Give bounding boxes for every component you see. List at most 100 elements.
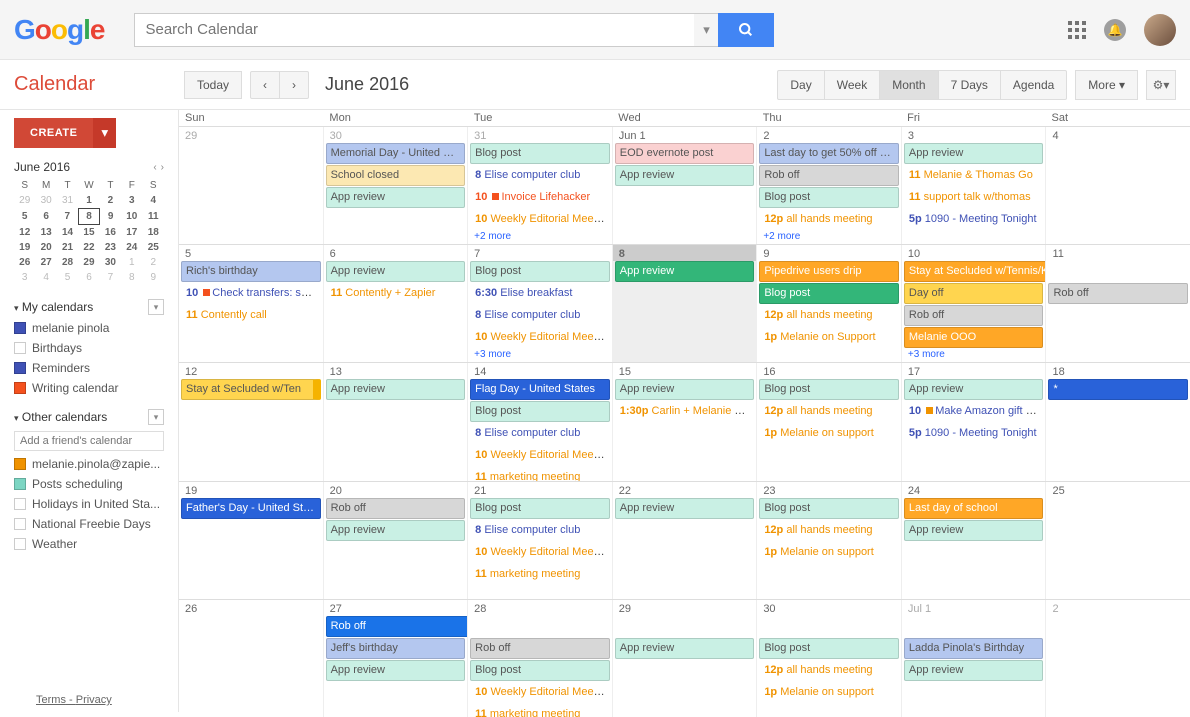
event[interactable]: App review bbox=[615, 498, 755, 519]
day-cell[interactable]: Jul 1.Ladda Pinola's BirthdayApp review bbox=[902, 600, 1047, 717]
event[interactable]: 8 Elise computer club bbox=[470, 165, 610, 186]
event[interactable]: App review bbox=[904, 660, 1044, 681]
event[interactable]: App review bbox=[615, 638, 755, 659]
calendar-item[interactable]: Reminders bbox=[14, 361, 164, 375]
event[interactable]: App review bbox=[904, 379, 1044, 400]
event[interactable]: 8 Elise computer club bbox=[470, 305, 610, 326]
terms-link[interactable]: Terms bbox=[36, 694, 66, 706]
create-button[interactable]: CREATE bbox=[14, 118, 93, 148]
apps-icon[interactable] bbox=[1068, 21, 1086, 39]
event[interactable]: App review bbox=[904, 520, 1044, 541]
event[interactable]: Blog post bbox=[759, 379, 899, 400]
create-dropdown[interactable]: ▾ bbox=[93, 118, 116, 148]
event[interactable]: Last day of school bbox=[904, 498, 1044, 519]
day-cell[interactable]: 11.Rob off bbox=[1046, 245, 1190, 362]
day-cell[interactable]: 28.Rob offBlog post10 Weekly Editorial M… bbox=[468, 600, 613, 717]
event[interactable]: 10 Weekly Editorial Meeting bbox=[470, 542, 610, 563]
more-events-link[interactable]: +2 more bbox=[757, 231, 901, 242]
event[interactable]: App review bbox=[326, 261, 466, 282]
day-cell[interactable]: 7Blog post6:30 Elise breakfast8 Elise co… bbox=[468, 245, 613, 362]
day-cell[interactable]: 9Pipedrive users dripBlog post12p all ha… bbox=[757, 245, 902, 362]
day-cell[interactable]: 16Blog post12p all hands meeting1p Melan… bbox=[757, 363, 902, 480]
event[interactable]: App review bbox=[326, 379, 466, 400]
calendar-item[interactable]: Posts scheduling bbox=[14, 477, 164, 491]
mini-calendar[interactable]: SMTWTFS293031123456789101112131415161718… bbox=[14, 178, 164, 285]
event[interactable]: 8 Elise computer club bbox=[470, 520, 610, 541]
event[interactable]: Blog post bbox=[759, 638, 899, 659]
day-cell[interactable]: 31Blog post8 Elise computer club10 Invoi… bbox=[468, 127, 613, 244]
event[interactable]: 11 marketing meeting bbox=[470, 704, 610, 717]
day-cell[interactable]: 6App review11 Contently + Zapier bbox=[324, 245, 469, 362]
event[interactable]: 8 Elise computer club bbox=[470, 423, 610, 444]
calendar-item[interactable]: Birthdays bbox=[14, 341, 164, 355]
settings-button[interactable]: ⚙ ▾ bbox=[1146, 70, 1176, 100]
event[interactable]: 10 Weekly Editorial Meeting bbox=[470, 209, 610, 230]
privacy-link[interactable]: Privacy bbox=[76, 694, 112, 706]
search-input[interactable] bbox=[134, 13, 694, 47]
event[interactable]: 10 Weekly Editorial Meeting bbox=[470, 327, 610, 348]
event[interactable]: App review bbox=[904, 143, 1044, 164]
event[interactable]: 5p 1090 - Meeting Tonight bbox=[904, 209, 1044, 230]
day-cell[interactable]: 29.App review bbox=[613, 600, 758, 717]
event[interactable]: Blog post bbox=[470, 143, 610, 164]
event[interactable]: Jeff's birthday bbox=[326, 638, 466, 659]
day-cell[interactable]: 2Last day to get 50% off n...Rob offBlog… bbox=[757, 127, 902, 244]
day-cell[interactable]: Jun 1EOD evernote postApp review bbox=[613, 127, 758, 244]
event[interactable]: Rob off bbox=[759, 165, 899, 186]
event[interactable]: 1p Melanie on Support bbox=[759, 327, 899, 348]
event[interactable]: Blog post bbox=[759, 283, 899, 304]
google-logo[interactable]: Google bbox=[14, 14, 104, 46]
calendar-item[interactable]: melanie pinola bbox=[14, 321, 164, 335]
day-cell[interactable]: 4 bbox=[1046, 127, 1190, 244]
event[interactable]: Blog post bbox=[470, 261, 610, 282]
mini-next[interactable]: › bbox=[161, 162, 164, 173]
event[interactable]: Rob off bbox=[470, 638, 610, 659]
event[interactable]: 12p all hands meeting bbox=[759, 305, 899, 326]
day-cell[interactable]: 18* bbox=[1046, 363, 1190, 480]
day-cell[interactable]: 15App review1:30p Carlin + Melanie chat bbox=[613, 363, 758, 480]
day-cell[interactable]: 14Flag Day - United StatesBlog post8 Eli… bbox=[468, 363, 613, 480]
today-button[interactable]: Today bbox=[184, 71, 242, 99]
calendar-item[interactable]: Holidays in United Sta... bbox=[14, 497, 164, 511]
day-cell[interactable]: 27Rob offJeff's birthdayApp review bbox=[324, 600, 469, 717]
event[interactable]: App review bbox=[326, 520, 466, 541]
event[interactable]: 11 Contently + Zapier bbox=[326, 283, 466, 304]
day-cell[interactable]: 24Last day of schoolApp review bbox=[902, 482, 1047, 599]
event[interactable]: 1p Melanie on support bbox=[759, 542, 899, 563]
event[interactable]: Rob off bbox=[326, 498, 466, 519]
event[interactable]: Memorial Day - United States bbox=[326, 143, 466, 164]
day-cell[interactable]: 12Stay at Secluded w/Ten bbox=[179, 363, 324, 480]
day-cell[interactable]: 30Memorial Day - United StatesSchool clo… bbox=[324, 127, 469, 244]
notifications-icon[interactable]: 🔔 bbox=[1104, 19, 1126, 41]
event[interactable]: 11 Melanie & Thomas Go bbox=[904, 165, 1044, 186]
event[interactable]: App review bbox=[615, 165, 755, 186]
day-cell[interactable]: 23Blog post12p all hands meeting1p Melan… bbox=[757, 482, 902, 599]
event[interactable]: App review bbox=[326, 187, 466, 208]
event[interactable]: * bbox=[1048, 379, 1188, 400]
more-events-link[interactable]: +3 more bbox=[468, 349, 612, 360]
event[interactable]: Day off bbox=[904, 283, 1044, 304]
day-cell[interactable]: 8App review bbox=[613, 245, 758, 362]
view-day[interactable]: Day bbox=[777, 70, 824, 100]
event[interactable]: 10 Invoice Lifehacker bbox=[470, 187, 610, 208]
event[interactable]: 10 Make Amazon gift card bbox=[904, 401, 1044, 422]
event[interactable]: 10 Weekly Editorial Meeting bbox=[470, 445, 610, 466]
more-events-link[interactable]: +3 more bbox=[902, 349, 1046, 360]
search-dropdown-icon[interactable]: ▾ bbox=[694, 13, 718, 47]
event[interactable]: 1p Melanie on support bbox=[759, 423, 899, 444]
more-events-link[interactable]: +2 more bbox=[468, 231, 612, 242]
event[interactable]: EOD evernote post bbox=[615, 143, 755, 164]
event[interactable]: 1p Melanie on support bbox=[759, 682, 899, 703]
other-calendars-header[interactable]: ▾ Other calendars ▾ bbox=[14, 409, 164, 425]
event[interactable]: Blog post bbox=[470, 401, 610, 422]
view-agenda[interactable]: Agenda bbox=[1000, 70, 1067, 100]
my-calendars-menu-icon[interactable]: ▾ bbox=[148, 299, 164, 315]
day-cell[interactable]: 26 bbox=[179, 600, 324, 717]
event[interactable]: 12p all hands meeting bbox=[759, 209, 899, 230]
event[interactable]: Stay at Secluded w/Tennis/Koi Pond/Hot T… bbox=[904, 261, 1047, 282]
calendar-item[interactable]: Writing calendar bbox=[14, 381, 164, 395]
event[interactable]: 12p all hands meeting bbox=[759, 401, 899, 422]
event[interactable]: Blog post bbox=[470, 498, 610, 519]
event[interactable]: App review bbox=[326, 660, 466, 681]
event[interactable]: 11 support talk w/thomas bbox=[904, 187, 1044, 208]
